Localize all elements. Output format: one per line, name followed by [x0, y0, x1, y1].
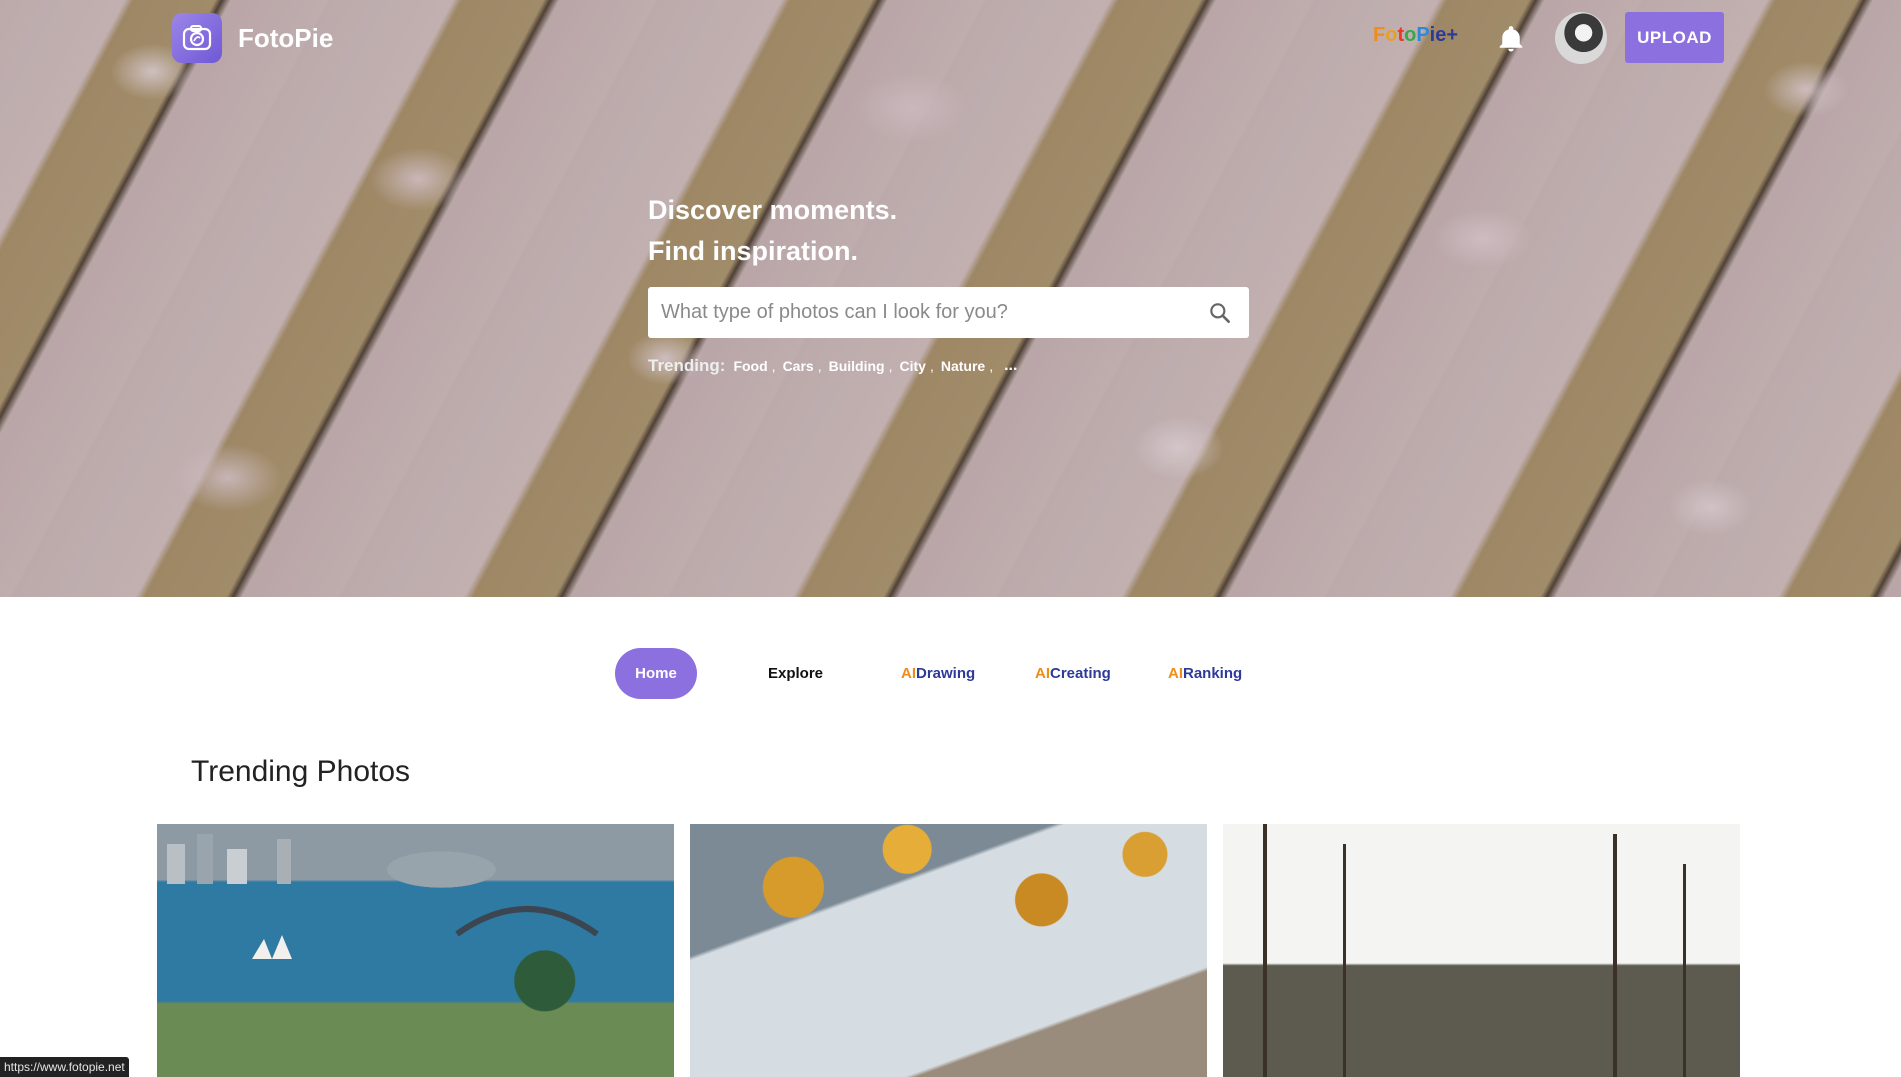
- plus-link-letter: o: [1404, 24, 1417, 46]
- nav-tab-ai-creating[interactable]: AICreating: [1035, 665, 1111, 682]
- tag-separator: ,: [817, 358, 822, 374]
- nav-tab-ai-ranking[interactable]: AIRanking: [1168, 665, 1242, 682]
- nav-ai-word: Drawing: [916, 665, 976, 682]
- fotopie-plus-link[interactable]: FotoPie+: [1373, 24, 1458, 47]
- plus-link-letter: P: [1416, 24, 1430, 46]
- nav-tab-explore[interactable]: Explore: [768, 665, 823, 682]
- nav-ai-prefix: AI: [901, 665, 916, 682]
- status-url-tooltip: https://www.fotopie.net: [0, 1057, 129, 1077]
- tag-separator: ,: [929, 358, 934, 374]
- trending-more-button[interactable]: ...: [1004, 357, 1017, 375]
- trending-tag-city[interactable]: City: [899, 358, 925, 374]
- camera-logo-icon: [172, 13, 222, 63]
- trending-tags: Trending: Food, Cars, Building, City, Na…: [648, 356, 1017, 376]
- tree-trunk: [1683, 864, 1686, 1077]
- tree-trunk: [1343, 844, 1346, 1077]
- nav-tab-home[interactable]: Home: [615, 648, 697, 699]
- plus-link-letter: +: [1446, 24, 1459, 46]
- photo-card-harbour[interactable]: [157, 824, 674, 1077]
- photo-card-autumn-leaves[interactable]: [690, 824, 1207, 1077]
- brand-logo-link[interactable]: FotoPie: [172, 13, 333, 63]
- trending-tag-cars[interactable]: Cars: [783, 358, 814, 374]
- trending-tag-building[interactable]: Building: [829, 358, 885, 374]
- search-input[interactable]: [648, 287, 1207, 338]
- nav-tab-ai-drawing[interactable]: AIDrawing: [901, 665, 975, 682]
- search-box: [648, 287, 1249, 338]
- brand-name: FotoPie: [238, 22, 334, 53]
- tag-separator: ,: [989, 358, 994, 374]
- tag-separator: ,: [888, 358, 893, 374]
- nav-ai-word: Ranking: [1183, 665, 1243, 682]
- search-icon[interactable]: [1207, 300, 1233, 326]
- tree-trunk: [1613, 834, 1617, 1077]
- nav-ai-prefix: AI: [1168, 665, 1183, 682]
- nav-ai-prefix: AI: [1035, 665, 1050, 682]
- plus-link-letter: o: [1385, 24, 1398, 46]
- hero-tagline: Discover moments. Find inspiration.: [648, 190, 897, 272]
- photo-harbour-scene: [167, 834, 599, 959]
- nav-ai-word: Creating: [1050, 665, 1111, 682]
- user-avatar[interactable]: [1555, 12, 1607, 64]
- trending-tag-food[interactable]: Food: [733, 358, 767, 374]
- tagline-line-2: Find inspiration.: [648, 236, 858, 266]
- plus-link-letter: F: [1373, 24, 1386, 46]
- trending-tag-nature[interactable]: Nature: [941, 358, 985, 374]
- photo-card-forest[interactable]: [1223, 824, 1740, 1077]
- plus-link-letter: e: [1435, 24, 1447, 46]
- section-title: Trending Photos: [191, 755, 411, 788]
- bell-icon[interactable]: [1496, 24, 1526, 54]
- tree-trunk: [1263, 824, 1267, 1077]
- tagline-line-1: Discover moments.: [648, 195, 898, 225]
- upload-button[interactable]: UPLOAD: [1625, 12, 1724, 63]
- tag-separator: ,: [771, 358, 776, 374]
- trending-label: Trending:: [648, 356, 726, 375]
- hero-banner: FotoPie FotoPie+ UPLOAD Discover moments…: [0, 0, 1901, 597]
